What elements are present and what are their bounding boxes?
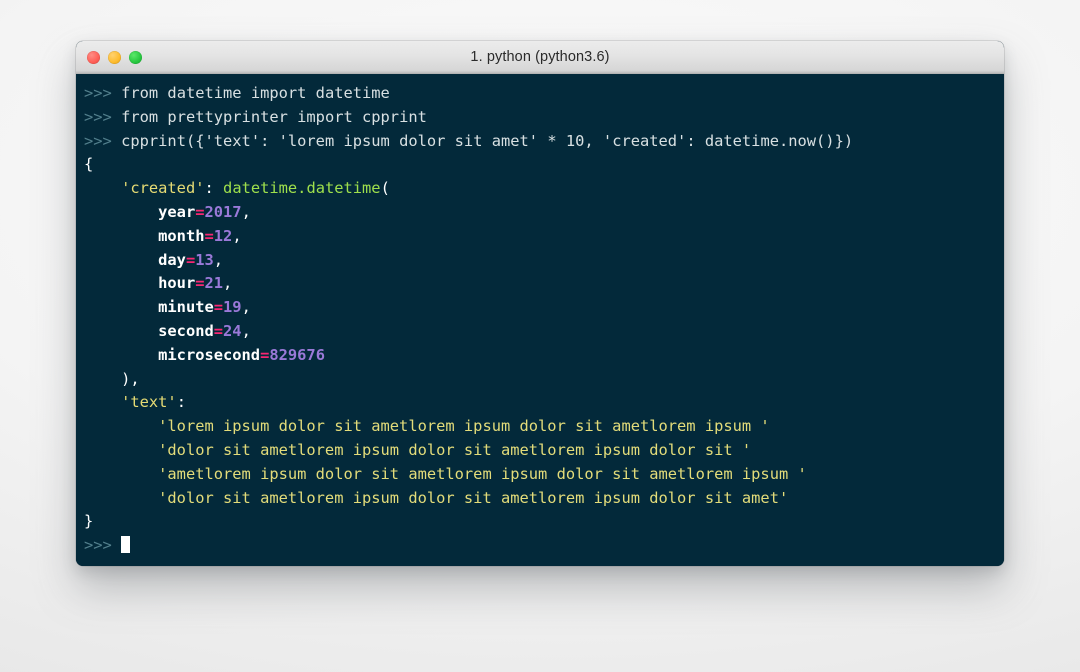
datetime-arg-month: month=12,	[76, 225, 1004, 249]
datetime-call: datetime.datetime	[223, 179, 381, 198]
call-close-paren: ),	[121, 369, 140, 388]
prompt-symbol: >>>	[84, 131, 112, 150]
output-open-brace: {	[76, 153, 1004, 177]
text-key: 'text'	[121, 393, 177, 412]
text-colon: :	[176, 393, 186, 412]
arg-value: 2017	[204, 202, 242, 221]
arg-value: 13	[195, 250, 214, 269]
arg-equals: =	[195, 274, 205, 293]
input-text-2: from prettyprinter import cpprint	[121, 107, 427, 126]
maximize-button-icon[interactable]	[129, 50, 142, 64]
arg-value: 829676	[269, 345, 325, 364]
input-text-3: cpprint({'text': 'lorem ipsum dolor sit …	[121, 131, 854, 150]
repl-input-line-1: >>> from datetime import datetime	[76, 82, 1004, 106]
open-brace: {	[84, 155, 94, 174]
window-title: 1. python (python3.6)	[470, 49, 610, 65]
terminal-window[interactable]: 1. python (python3.6) >>> from datetime …	[76, 41, 1004, 566]
datetime-arg-year: year=2017,	[76, 201, 1004, 225]
arg-equals: =	[204, 226, 214, 245]
window-controls	[76, 50, 142, 64]
datetime-call-close: ),	[76, 368, 1004, 392]
arg-name: microsecond	[158, 345, 261, 364]
datetime-arg-second: second=24,	[76, 320, 1004, 344]
arg-equals: =	[260, 345, 270, 364]
arg-equals: =	[185, 250, 196, 269]
arg-value: 24	[223, 321, 242, 340]
arg-equals: =	[195, 202, 205, 221]
output-close-brace: }	[76, 510, 1004, 534]
input-text-1: from datetime import datetime	[121, 84, 390, 102]
prompt-symbol: >>>	[84, 84, 112, 102]
string-fragment: 'ametlorem ipsum dolor sit ametlorem ips…	[158, 464, 807, 483]
string-fragment: 'lorem ipsum dolor sit ametlorem ipsum d…	[158, 417, 770, 436]
arg-comma: ,	[232, 226, 242, 245]
arg-name: year	[158, 202, 196, 221]
string-fragment: 'dolor sit ametlorem ipsum dolor sit ame…	[158, 440, 752, 459]
arg-comma: ,	[223, 274, 233, 293]
arg-name: month	[158, 226, 205, 245]
text-cursor	[121, 536, 131, 554]
datetime-arg-day: day=13,	[76, 249, 1004, 273]
created-colon: :	[204, 179, 214, 198]
arg-name: minute	[158, 298, 214, 317]
datetime-arg-minute: minute=19,	[76, 296, 1004, 320]
close-brace: }	[84, 512, 94, 531]
datetime-arg-hour: hour=21,	[76, 272, 1004, 296]
arg-comma: ,	[241, 202, 251, 221]
text-value-line-3: 'ametlorem ipsum dolor sit ametlorem ips…	[76, 463, 1004, 487]
string-fragment: 'dolor sit ametlorem ipsum dolor sit ame…	[158, 488, 789, 507]
arg-equals: =	[213, 321, 224, 340]
repl-input-line-2: >>> from prettyprinter import cpprint	[76, 106, 1004, 130]
minimize-button-icon[interactable]	[108, 50, 121, 64]
repl-input-line-3: >>> cpprint({'text': 'lorem ipsum dolor …	[76, 130, 1004, 154]
text-value-line-4: 'dolor sit ametlorem ipsum dolor sit ame…	[76, 487, 1004, 511]
arg-equals: =	[213, 298, 224, 317]
arg-comma: ,	[241, 298, 251, 317]
prompt-symbol: >>>	[84, 536, 112, 555]
arg-name: hour	[158, 274, 196, 293]
repl-active-prompt-line[interactable]: >>>	[76, 534, 1004, 558]
output-text-entry: 'text':	[76, 391, 1004, 415]
window-titlebar[interactable]: 1. python (python3.6)	[76, 41, 1004, 74]
arg-comma: ,	[213, 250, 224, 269]
text-value-line-1: 'lorem ipsum dolor sit ametlorem ipsum d…	[76, 415, 1004, 439]
terminal-output-area[interactable]: >>> from datetime import datetime >>> fr…	[76, 74, 1004, 566]
output-created-entry: 'created': datetime.datetime(	[76, 177, 1004, 201]
prompt-symbol: >>>	[84, 107, 112, 126]
close-button-icon[interactable]	[87, 50, 100, 64]
arg-name: second	[158, 321, 214, 340]
arg-value: 19	[223, 298, 242, 317]
created-key: 'created'	[121, 179, 205, 198]
arg-name: day	[158, 250, 186, 269]
datetime-arg-microsecond: microsecond=829676	[76, 344, 1004, 368]
arg-value: 21	[204, 274, 224, 293]
text-value-line-2: 'dolor sit ametlorem ipsum dolor sit ame…	[76, 439, 1004, 463]
arg-value: 12	[213, 226, 233, 245]
arg-comma: ,	[241, 321, 251, 340]
call-open-paren: (	[380, 179, 390, 198]
